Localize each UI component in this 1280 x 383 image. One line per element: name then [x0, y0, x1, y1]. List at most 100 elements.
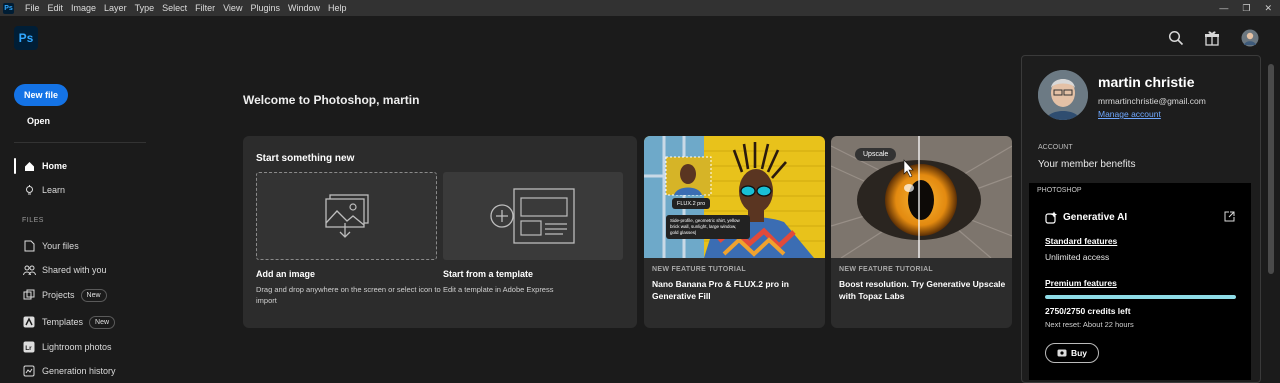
search-icon[interactable]: [1166, 28, 1186, 48]
feature-kicker: NEW FEATURE TUTORIAL: [652, 266, 747, 273]
menu-select[interactable]: Select: [158, 3, 191, 13]
template-description: Edit a template in Adobe Express: [443, 285, 554, 294]
menu-image[interactable]: Image: [67, 3, 100, 13]
next-reset-text: Next reset: About 22 hours: [1045, 320, 1134, 329]
generative-ai-heading: Generative AI: [1045, 211, 1127, 224]
generative-ai-icon: [1045, 211, 1057, 224]
unlimited-access-text: Unlimited access: [1045, 252, 1110, 262]
photoshop-logo[interactable]: Ps: [14, 26, 38, 50]
start-card-title: Start something new: [256, 153, 355, 164]
template-title[interactable]: Start from a template: [443, 269, 533, 279]
sidebar-item-label: Home: [42, 161, 68, 171]
projects-icon: [22, 288, 36, 302]
manage-account-link[interactable]: Manage account: [1098, 109, 1161, 119]
sidebar-item-your-files[interactable]: Your files: [14, 237, 79, 255]
sidebar: New file Open Home Learn FILES Your file…: [0, 60, 160, 383]
feature-card-generative-upscale[interactable]: Upscale NEW FEATURE TUTORIAL Boost resol…: [831, 136, 1012, 328]
menu-window[interactable]: Window: [284, 3, 324, 13]
buy-label: Buy: [1070, 348, 1088, 358]
feature-thumbnail: FLUX.2 pro Side-profile, geometric shirt…: [644, 136, 825, 258]
menu-filter[interactable]: Filter: [191, 3, 219, 13]
app-icon[interactable]: Ps: [3, 2, 14, 14]
files-section-header: FILES: [22, 217, 44, 224]
account-panel: martin christie mrmartinchristie@gmail.c…: [1021, 55, 1261, 383]
sidebar-item-learn[interactable]: Learn: [14, 181, 65, 199]
account-email: mrmartinchristie@gmail.com: [1098, 96, 1206, 106]
new-file-button[interactable]: New file: [14, 84, 68, 106]
standard-features-link[interactable]: Standard features: [1045, 236, 1117, 246]
menu-edit[interactable]: Edit: [44, 3, 68, 13]
sidebar-item-label: Projects: [42, 290, 75, 300]
templates-icon: [22, 315, 36, 329]
external-link-icon[interactable]: [1224, 209, 1235, 227]
file-icon: [22, 239, 36, 253]
new-badge: New: [89, 315, 116, 329]
photoshop-section-label: PHOTOSHOP: [1037, 187, 1082, 194]
menu-file[interactable]: File: [21, 3, 44, 13]
credits-progress-fill: [1045, 295, 1236, 299]
credits-left: 2750/2750 credits left: [1045, 306, 1131, 316]
svg-text:Lr: Lr: [25, 345, 32, 352]
add-image-dropzone[interactable]: [256, 172, 437, 260]
sidebar-item-shared[interactable]: Shared with you: [14, 261, 107, 279]
sidebar-divider: [14, 142, 146, 143]
history-icon: [22, 364, 36, 378]
sidebar-item-label: Generation history: [42, 366, 116, 376]
sidebar-item-projects[interactable]: Projects New: [14, 286, 107, 304]
sidebar-item-label: Learn: [42, 185, 66, 195]
sidebar-item-generation-history[interactable]: Generation history: [14, 362, 116, 380]
lightbulb-icon: [22, 183, 36, 197]
account-name: martin christie: [1098, 74, 1195, 90]
scrollbar-thumb[interactable]: [1268, 64, 1274, 274]
menu-type[interactable]: Type: [131, 3, 159, 13]
model-chip: FLUX.2 pro: [672, 198, 711, 209]
sidebar-item-lightroom[interactable]: Lr Lightroom photos: [14, 338, 112, 356]
sidebar-item-label: Shared with you: [42, 265, 107, 275]
upscale-chip: Upscale: [855, 148, 897, 161]
feature-thumbnail: Upscale: [831, 136, 1012, 258]
welcome-heading: Welcome to Photoshop, martin: [243, 93, 420, 107]
feature-title: Boost resolution. Try Generative Upscale…: [839, 279, 1006, 301]
menu-bar: Ps File Edit Image Layer Type Select Fil…: [0, 0, 1280, 16]
minimize-icon[interactable]: —: [1219, 3, 1228, 13]
member-benefits-link[interactable]: Your member benefits: [1038, 159, 1135, 170]
account-section-label: ACCOUNT: [1038, 144, 1073, 151]
feature-card-generative-fill[interactable]: FLUX.2 pro Side-profile, geometric shirt…: [644, 136, 825, 328]
menu-plugins[interactable]: Plugins: [246, 3, 284, 13]
buy-button[interactable]: Buy: [1045, 343, 1099, 363]
main-scrollbar[interactable]: [1268, 60, 1274, 360]
add-image-title[interactable]: Add an image: [256, 269, 315, 279]
menu-help[interactable]: Help: [324, 3, 351, 13]
sidebar-item-templates[interactable]: Templates New: [14, 313, 116, 331]
premium-features-link[interactable]: Premium features: [1045, 278, 1117, 288]
sidebar-item-label: Templates: [42, 317, 84, 327]
new-badge: New: [80, 288, 107, 302]
close-icon[interactable]: ✕: [1264, 3, 1272, 14]
template-icon: [490, 188, 575, 244]
people-icon: [22, 263, 36, 277]
restore-icon[interactable]: ❐: [1242, 3, 1250, 14]
credits-icon: [1057, 349, 1067, 357]
start-something-new-card: Start something new Add an image Drag an…: [243, 136, 637, 328]
home-icon: [22, 159, 36, 173]
credits-progress-bar: [1045, 295, 1236, 299]
feature-title: Nano Banana Pro & FLUX.2 pro in Generati…: [652, 279, 789, 301]
photoshop-section: PHOTOSHOP Generative AI Standard feature…: [1029, 183, 1251, 380]
add-image-description: Drag and drop anywhere on the screen or …: [256, 285, 441, 305]
template-thumbnail[interactable]: [443, 172, 623, 260]
sidebar-item-home[interactable]: Home: [14, 157, 67, 175]
feature-kicker: NEW FEATURE TUTORIAL: [839, 266, 934, 273]
sidebar-item-label: Lightroom photos: [42, 342, 112, 352]
menu-layer[interactable]: Layer: [100, 3, 131, 13]
window-controls: — ❐ ✕: [1219, 0, 1272, 16]
prompt-box: Side-profile, geometric shirt, yellow br…: [666, 215, 750, 239]
avatar[interactable]: [1240, 28, 1260, 48]
menu-view[interactable]: View: [219, 3, 246, 13]
gift-icon[interactable]: [1202, 28, 1222, 48]
open-button[interactable]: Open: [27, 116, 50, 126]
photoshop-home: Ps File Edit Image Layer Type Select Fil…: [0, 0, 1280, 383]
import-image-icon: [324, 194, 369, 238]
generative-ai-label: Generative AI: [1063, 212, 1128, 223]
profile-photo: [1038, 70, 1088, 120]
app-header: Ps: [0, 16, 1280, 60]
